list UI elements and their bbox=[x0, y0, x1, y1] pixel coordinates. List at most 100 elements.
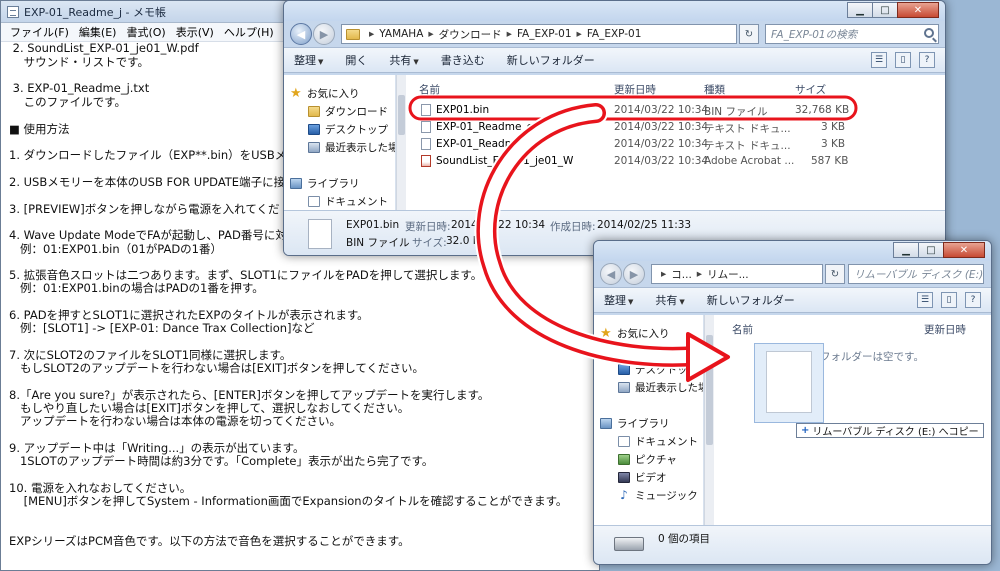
explorer2-titlebar[interactable]: ▁ □ ✕ bbox=[594, 241, 991, 261]
share-button[interactable]: 共有 ▼ bbox=[655, 292, 684, 308]
close-button[interactable]: ✕ bbox=[897, 2, 939, 18]
column-date[interactable]: 更新日時 bbox=[924, 322, 966, 340]
forward-button[interactable]: ▶ bbox=[313, 23, 335, 45]
file-row-readme-j[interactable]: EXP-01_Readme_j bbox=[421, 136, 530, 151]
nav-documents[interactable]: ドキュメント bbox=[308, 193, 388, 209]
nav-pictures[interactable]: ピクチャ bbox=[618, 451, 677, 467]
close-button[interactable]: ✕ bbox=[943, 242, 985, 258]
new-folder-button[interactable]: 新しいフォルダー bbox=[507, 52, 595, 68]
menu-file[interactable]: ファイル(F) bbox=[5, 24, 74, 40]
file-type: テキスト ドキュ... bbox=[704, 140, 791, 152]
minimize-button[interactable]: ▁ bbox=[847, 2, 873, 18]
file-date: 2014/03/22 10:34 bbox=[614, 104, 709, 116]
refresh-button[interactable]: ↻ bbox=[825, 264, 845, 284]
nav-scrollbar[interactable] bbox=[704, 315, 714, 525]
address-bar[interactable]: ▸ コ... ▸ リムー... bbox=[651, 264, 823, 284]
organize-button[interactable]: 整理 ▼ bbox=[604, 292, 633, 308]
documents-icon bbox=[308, 195, 320, 207]
notepad-line: 2. USBメモリーを本体のUSB FOR UPDATE端子に接続 bbox=[9, 175, 297, 189]
back-button[interactable]: ◀ bbox=[600, 263, 622, 285]
notepad-line: 1. ダウンロードしたファイル（EXP**.bin）をUSBメ bbox=[9, 148, 287, 163]
column-type[interactable]: 種類 bbox=[704, 82, 725, 100]
notepad-line: このファイルです。 bbox=[9, 95, 126, 110]
open-button[interactable]: 開く bbox=[345, 52, 367, 68]
notepad-line: 1SLOTのアップデート時間は約3分です。「Complete」表示が出たら完了で… bbox=[9, 454, 434, 469]
nav-desktop[interactable]: デスクトップ bbox=[618, 361, 698, 377]
file-row-exp01-bin[interactable]: EXP01.bin bbox=[421, 102, 489, 117]
search-input[interactable]: リムーバブル ディスク (E:)の検... bbox=[848, 264, 984, 284]
nav-desktop[interactable]: デスクトップ bbox=[308, 121, 388, 137]
breadcrumb-downloads[interactable]: ダウンロード bbox=[439, 27, 502, 42]
nav-favorites[interactable]: ★ お気に入り bbox=[600, 325, 670, 341]
details-file-name: EXP01.bin bbox=[346, 219, 400, 231]
share-button[interactable]: 共有 ▼ bbox=[389, 52, 418, 68]
details-created-label: 作成日時: bbox=[550, 221, 596, 233]
menu-format[interactable]: 書式(O) bbox=[121, 24, 170, 40]
search-placeholder: FA_EXP-01の検索 bbox=[771, 28, 858, 41]
file-type: Adobe Acrobat ... bbox=[704, 155, 795, 167]
view-options-icon[interactable]: ☰ bbox=[871, 52, 887, 68]
menu-help[interactable]: ヘルプ(H) bbox=[219, 24, 279, 40]
menu-view[interactable]: 表示(V) bbox=[171, 24, 219, 40]
file-row-readme-e[interactable]: EXP-01_Readme_e bbox=[421, 119, 533, 134]
nav-favorites[interactable]: ★ お気に入り bbox=[290, 85, 360, 101]
column-date[interactable]: 更新日時 bbox=[614, 82, 656, 100]
nav-libraries[interactable]: ライブラリ bbox=[600, 415, 670, 431]
nav-music[interactable]: ♪ ミュージック bbox=[618, 487, 698, 503]
explorer-window-fa-exp: ▁ □ ✕ ◀ ▶ ▸ YAMAHA ▸ ダウンロード ▸ FA_EXP-01 … bbox=[283, 0, 946, 256]
new-folder-button[interactable]: 新しいフォルダー bbox=[707, 292, 795, 308]
preview-pane-icon[interactable]: ▯ bbox=[941, 292, 957, 308]
address-bar[interactable]: ▸ YAMAHA ▸ ダウンロード ▸ FA_EXP-01 ▸ FA_EXP-0… bbox=[341, 24, 737, 44]
breadcrumb-removable[interactable]: リムー... bbox=[707, 267, 749, 282]
menu-edit[interactable]: 編集(E) bbox=[74, 24, 122, 40]
breadcrumb-computer[interactable]: コ... bbox=[671, 267, 692, 282]
search-input[interactable]: FA_EXP-01の検索 bbox=[765, 24, 939, 44]
view-options-icon[interactable]: ☰ bbox=[917, 292, 933, 308]
notepad-line: 例：[SLOT1] -> [EXP-01: Dance Trax Collect… bbox=[9, 321, 315, 336]
organize-button[interactable]: 整理 ▼ bbox=[294, 52, 323, 68]
breadcrumb-yamaha[interactable]: YAMAHA bbox=[379, 28, 423, 40]
maximize-button[interactable]: □ bbox=[872, 2, 898, 18]
nav-downloads[interactable]: ダウンロード bbox=[618, 343, 698, 359]
nav-libraries[interactable]: ライブラリ bbox=[290, 175, 360, 191]
music-icon: ♪ bbox=[620, 488, 628, 502]
nav-documents[interactable]: ドキュメント bbox=[618, 433, 698, 449]
details-created: 2014/02/25 11:33 bbox=[597, 219, 692, 231]
details-modified: 2014/03/22 10:34 bbox=[451, 219, 546, 231]
back-button[interactable]: ◀ bbox=[290, 23, 312, 45]
folder-icon bbox=[346, 28, 360, 40]
notepad-line: もしSLOT2のアップデートを行わない場合は[EXIT]ボタンを押してください。 bbox=[9, 361, 424, 376]
preview-pane-icon[interactable]: ▯ bbox=[895, 52, 911, 68]
navigation-pane: ★ お気に入り ダウンロード デスクトップ 最近表示した場 ライブラリ ドキュメン… bbox=[284, 75, 396, 210]
documents-icon bbox=[618, 435, 630, 447]
maximize-button[interactable]: □ bbox=[918, 242, 944, 258]
nav-recent[interactable]: 最近表示した場 bbox=[618, 379, 703, 395]
explorer1-titlebar[interactable]: ▁ □ ✕ bbox=[284, 1, 945, 21]
column-name[interactable]: 名前 bbox=[732, 322, 753, 340]
column-size[interactable]: サイズ bbox=[795, 82, 826, 100]
minimize-button[interactable]: ▁ bbox=[893, 242, 919, 258]
nav-downloads[interactable]: ダウンロード bbox=[308, 103, 388, 119]
nav-recent[interactable]: 最近表示した場 bbox=[308, 139, 395, 155]
forward-button[interactable]: ▶ bbox=[623, 263, 645, 285]
star-icon: ★ bbox=[290, 85, 302, 101]
nav-scrollbar[interactable] bbox=[396, 75, 406, 210]
file-icon bbox=[421, 103, 431, 116]
text-file-icon bbox=[421, 120, 431, 133]
notepad-line: [MENU]ボタンを押してSystem - Information画面でExpa… bbox=[9, 494, 568, 509]
help-icon[interactable]: ? bbox=[965, 292, 981, 308]
column-name[interactable]: 名前 bbox=[419, 82, 440, 100]
burn-button[interactable]: 書き込む bbox=[441, 52, 485, 68]
drop-tooltip: + リムーバブル ディスク (E:) へコピー bbox=[796, 423, 984, 438]
details-modified-label: 更新日時: bbox=[405, 221, 451, 233]
breadcrumb-fa-exp-01[interactable]: FA_EXP-01 bbox=[587, 28, 642, 40]
nav-videos[interactable]: ビデオ bbox=[618, 469, 667, 485]
search-placeholder: リムーバブル ディスク (E:)の検... bbox=[854, 268, 984, 281]
pictures-icon bbox=[618, 453, 630, 465]
file-row-soundlist[interactable]: SoundList_EXP-01_je01_W bbox=[421, 153, 573, 168]
help-icon[interactable]: ? bbox=[919, 52, 935, 68]
search-icon bbox=[924, 28, 934, 38]
notepad-line: 3. [PREVIEW]ボタンを押しながら電源を入れてくだ bbox=[9, 201, 280, 216]
refresh-button[interactable]: ↻ bbox=[739, 24, 759, 44]
breadcrumb-fa-exp-01-parent[interactable]: FA_EXP-01 bbox=[517, 28, 572, 40]
